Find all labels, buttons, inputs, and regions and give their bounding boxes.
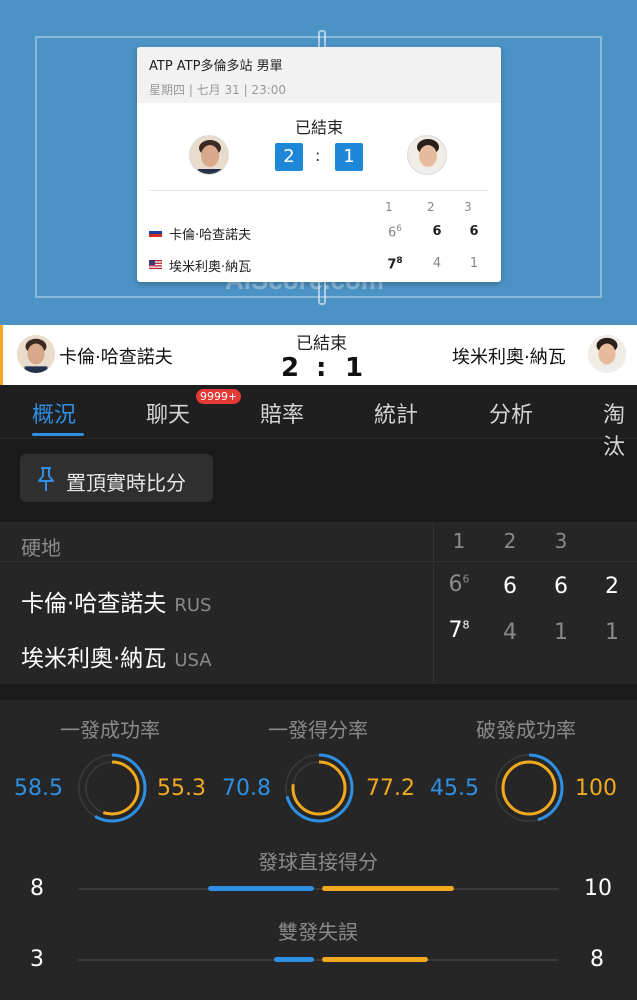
away-sets-won: 1 (345, 353, 364, 383)
card-set-header-3: 3 (464, 200, 472, 214)
home-player-avatar (189, 135, 229, 175)
card-set-score: 1 (469, 256, 479, 271)
stat-home-value: 70.8 (222, 776, 271, 801)
stat-bar-home (274, 957, 314, 962)
stat-bar-home (208, 886, 314, 891)
country-code: USA (174, 650, 212, 671)
match-page: AiScore.com ATP ATP多倫多站 男單 星期四 | 七月 31 |… (0, 0, 637, 1000)
player-row-name: 卡倫·哈查諾夫 RUS (21, 591, 212, 617)
stat-title: 破發成功率 (476, 718, 576, 742)
stat-home-value: 45.5 (430, 776, 479, 801)
set-score: 6 (554, 574, 568, 599)
home-sets-won: 2 (281, 353, 300, 383)
tab-stats[interactable]: 統計 (374, 397, 418, 429)
sets-total: 2 (605, 574, 619, 599)
set-header-3: 3 (554, 529, 568, 553)
usa-flag-icon (149, 260, 162, 269)
stat-ring (494, 753, 564, 823)
stat-away-value: 100 (575, 776, 617, 801)
set-score: 4 (503, 620, 517, 645)
stat-home-value: 58.5 (14, 776, 63, 801)
score-bar: 卡倫·哈查諾夫 已結束 2 : 1 埃米利奧·納瓦 (0, 325, 637, 385)
match-summary-card: ATP ATP多倫多站 男單 星期四 | 七月 31 | 23:00 已結束 2… (137, 47, 501, 282)
tab-chat[interactable]: 聊天 (146, 397, 190, 429)
stat-home-value: 3 (30, 947, 44, 972)
stat-title: 一發得分率 (268, 718, 368, 742)
card-set-header-1: 1 (385, 200, 393, 214)
column-divider (433, 522, 434, 684)
set-table-header: 硬地 1 2 3 (0, 522, 637, 562)
tab-analysis[interactable]: 分析 (489, 397, 533, 429)
tab-bar: 概況 聊天 9999+ 賠率 統計 分析 淘汰 (0, 385, 637, 460)
stat-away-value: 77.2 (366, 776, 415, 801)
match-date: 星期四 | 七月 31 | 23:00 (149, 83, 287, 97)
chat-count-badge: 9999+ (196, 389, 242, 404)
card-divider (149, 190, 489, 191)
set-score: 6 (503, 574, 517, 599)
stat-away-value: 8 (590, 947, 604, 972)
tennis-court: AiScore.com ATP ATP多倫多站 男單 星期四 | 七月 31 |… (0, 0, 637, 325)
stat-away-value: 55.3 (157, 776, 206, 801)
pin-icon (38, 467, 54, 491)
stat-ring (284, 753, 354, 823)
stat-bar-away (322, 886, 454, 891)
card-player-name: 埃米利奧·納瓦 (169, 260, 252, 275)
country-code: RUS (174, 595, 212, 616)
tab-knockout[interactable]: 淘汰 (603, 397, 637, 461)
set-score: 66 (448, 572, 470, 597)
stat-bar-track (78, 888, 558, 890)
card-away-score: 1 (335, 143, 363, 171)
active-tab-indicator (32, 433, 84, 436)
score-colon: : (316, 353, 327, 383)
tournament-name: ATP ATP多倫多站 男單 (149, 59, 283, 74)
away-player-avatar (407, 135, 447, 175)
pin-button-label: 置頂實時比分 (66, 471, 186, 495)
card-set-score: 78 (387, 256, 403, 273)
stat-ring (77, 753, 147, 823)
stat-title: 雙發失誤 (278, 920, 358, 944)
stat-home-value: 8 (30, 876, 44, 901)
pin-live-score-button[interactable]: 置頂實時比分 (20, 454, 213, 502)
away-player-name[interactable]: 埃米利奧·納瓦 (452, 343, 566, 369)
sets-total: 1 (605, 620, 619, 645)
card-home-score: 2 (275, 143, 303, 171)
card-header: ATP ATP多倫多站 男單 星期四 | 七月 31 | 23:00 (137, 47, 501, 103)
card-player-row: 卡倫·哈查諾夫 66 6 6 (149, 224, 489, 244)
card-set-score: 6 (432, 224, 442, 239)
card-set-score: 6 (469, 224, 479, 239)
stat-bar-away (322, 957, 428, 962)
set-score: 1 (554, 620, 568, 645)
russia-flag-icon (149, 228, 162, 237)
card-player-row: 埃米利奧·納瓦 78 4 1 (149, 256, 489, 276)
tab-odds[interactable]: 賠率 (260, 397, 304, 429)
card-set-header-2: 2 (427, 200, 435, 214)
player-row-name: 埃米利奧·納瓦 USA (21, 646, 212, 672)
tab-overview[interactable]: 概況 (32, 397, 76, 429)
ring-away-arc (501, 760, 557, 816)
set-header-2: 2 (503, 529, 517, 553)
away-player-avatar (588, 335, 626, 373)
stat-title: 發球直接得分 (258, 850, 378, 874)
match-stats-panel: 一發成功率 58.5 55.3 一發得分率 70.8 77.2 破發成功率 45… (0, 700, 637, 1000)
court-surface: 硬地 (21, 536, 61, 560)
set-score: 78 (448, 618, 470, 643)
set-header-1: 1 (452, 529, 466, 553)
card-set-score: 66 (387, 224, 402, 241)
match-status: 已結束 (294, 118, 343, 137)
card-score-colon: : (315, 146, 321, 165)
card-player-name: 卡倫·哈查諾夫 (169, 228, 252, 243)
card-set-score: 4 (432, 256, 442, 271)
stat-away-value: 10 (584, 876, 612, 901)
set-score-table: 硬地 1 2 3 卡倫·哈查諾夫 RUS 66 6 6 2 埃米利奧·納瓦 USA … (0, 522, 637, 684)
stat-bar-track (78, 959, 558, 961)
stat-title: 一發成功率 (60, 718, 160, 742)
